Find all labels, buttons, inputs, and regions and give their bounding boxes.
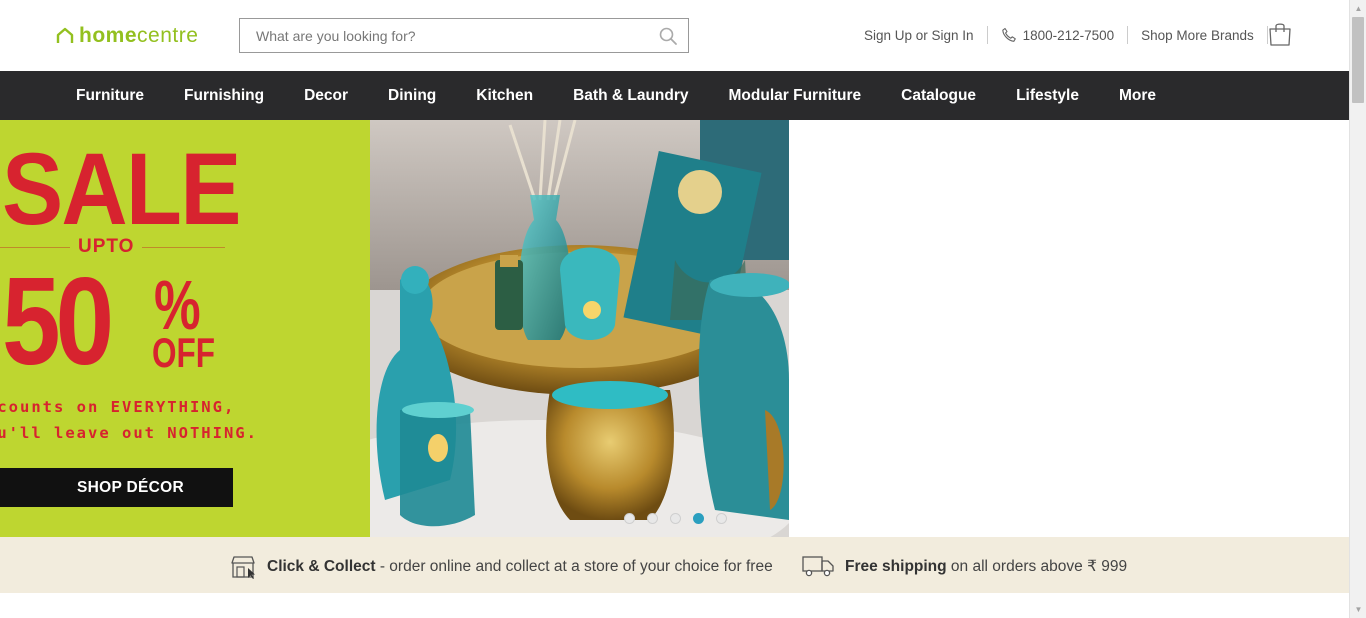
- shop-more-brands-link[interactable]: Shop More Brands: [1141, 28, 1254, 43]
- carousel-dot[interactable]: [670, 513, 681, 524]
- divider: [1127, 26, 1129, 44]
- phone-number: 1800-212-7500: [1022, 27, 1115, 43]
- carousel-dot[interactable]: [647, 513, 658, 524]
- homecentre-logo[interactable]: home centre: [56, 24, 198, 48]
- nav-item-lifestyle[interactable]: Lifestyle: [1016, 87, 1079, 105]
- divider: [986, 26, 988, 44]
- carousel-dot-active[interactable]: [693, 513, 704, 524]
- promo-tagline-2: ou'll leave out NOTHING.: [0, 424, 258, 442]
- decor-product-photo: [370, 120, 789, 537]
- signin-link[interactable]: Sign Up or Sign In: [864, 28, 974, 43]
- phone-icon: [1001, 27, 1016, 42]
- nav-item-furnishing[interactable]: Furnishing: [184, 87, 264, 105]
- scrollbar-thumb[interactable]: [1352, 17, 1364, 103]
- scroll-up-arrow-icon[interactable]: ▲: [1350, 0, 1366, 17]
- sale-promo-panel: SALE UPTO 50 % OFF scounts on EVERYTHING…: [0, 120, 370, 537]
- shop-decor-button[interactable]: SHOP DÉCOR: [0, 468, 233, 507]
- carousel-dot[interactable]: [624, 513, 635, 524]
- search-input[interactable]: [256, 27, 658, 44]
- nav-item-bath-laundry[interactable]: Bath & Laundry: [573, 87, 688, 105]
- vertical-scrollbar[interactable]: ▲ ▼: [1349, 0, 1366, 618]
- off-label: OFF: [152, 329, 215, 376]
- page-content: homecentre Sign Up or Sign In 1800-212-7…: [0, 0, 1349, 618]
- nav-item-modular-furniture[interactable]: Modular Furniture: [729, 87, 862, 105]
- nav-item-kitchen[interactable]: Kitchen: [476, 87, 533, 105]
- nav-item-decor[interactable]: Decor: [304, 87, 348, 105]
- delivery-truck-icon: [802, 556, 834, 577]
- nav-item-catalogue[interactable]: Catalogue: [901, 87, 976, 105]
- search-icon[interactable]: [658, 26, 678, 46]
- logo-text-home: home: [79, 24, 138, 47]
- main-nav: Furniture Furnishing Decor Dining Kitche…: [0, 71, 1349, 120]
- promo-tagline-1: scounts on EVERYTHING,: [0, 398, 236, 416]
- site-header: homecentre Sign Up or Sign In 1800-212-7…: [0, 0, 1349, 71]
- hero-banner[interactable]: SALE UPTO 50 % OFF scounts on EVERYTHING…: [0, 120, 789, 537]
- carousel-dots: [624, 513, 739, 524]
- logo-text-centre: centre: [137, 24, 199, 47]
- phone-link[interactable]: 1800-212-7500: [1001, 27, 1115, 43]
- free-shipping-info: Free shipping on all orders above ₹ 999: [802, 555, 1127, 577]
- free-shipping-title: Free shipping: [845, 557, 947, 575]
- store-icon: [231, 556, 255, 579]
- free-shipping-desc: on all orders above ₹ 999: [946, 557, 1128, 575]
- nav-item-more[interactable]: More: [1119, 87, 1156, 105]
- shopping-bag-icon[interactable]: [1268, 21, 1292, 47]
- nav-item-dining[interactable]: Dining: [388, 87, 436, 105]
- house-icon: [56, 27, 74, 43]
- discount-number: 50: [2, 253, 114, 391]
- nav-item-furniture[interactable]: Furniture: [76, 87, 144, 105]
- header-links: Sign Up or Sign In 1800-212-7500 Shop Mo…: [864, 26, 1281, 44]
- click-collect-info: Click & Collect - order online and colle…: [230, 555, 773, 579]
- sale-heading: SALE: [2, 132, 241, 246]
- scroll-down-arrow-icon[interactable]: ▼: [1350, 601, 1366, 618]
- free-shipping-text: Free shipping on all orders above ₹ 999: [845, 557, 1127, 576]
- click-collect-desc: - order online and collect at a store of…: [375, 558, 773, 575]
- search-box: [239, 18, 689, 53]
- click-collect-title: Click & Collect: [267, 558, 376, 575]
- carousel-dot[interactable]: [716, 513, 727, 524]
- click-collect-text: Click & Collect - order online and colle…: [267, 558, 773, 576]
- service-info-bar: Click & Collect - order online and colle…: [0, 537, 1349, 593]
- page: homecentre Sign Up or Sign In 1800-212-7…: [0, 0, 1366, 618]
